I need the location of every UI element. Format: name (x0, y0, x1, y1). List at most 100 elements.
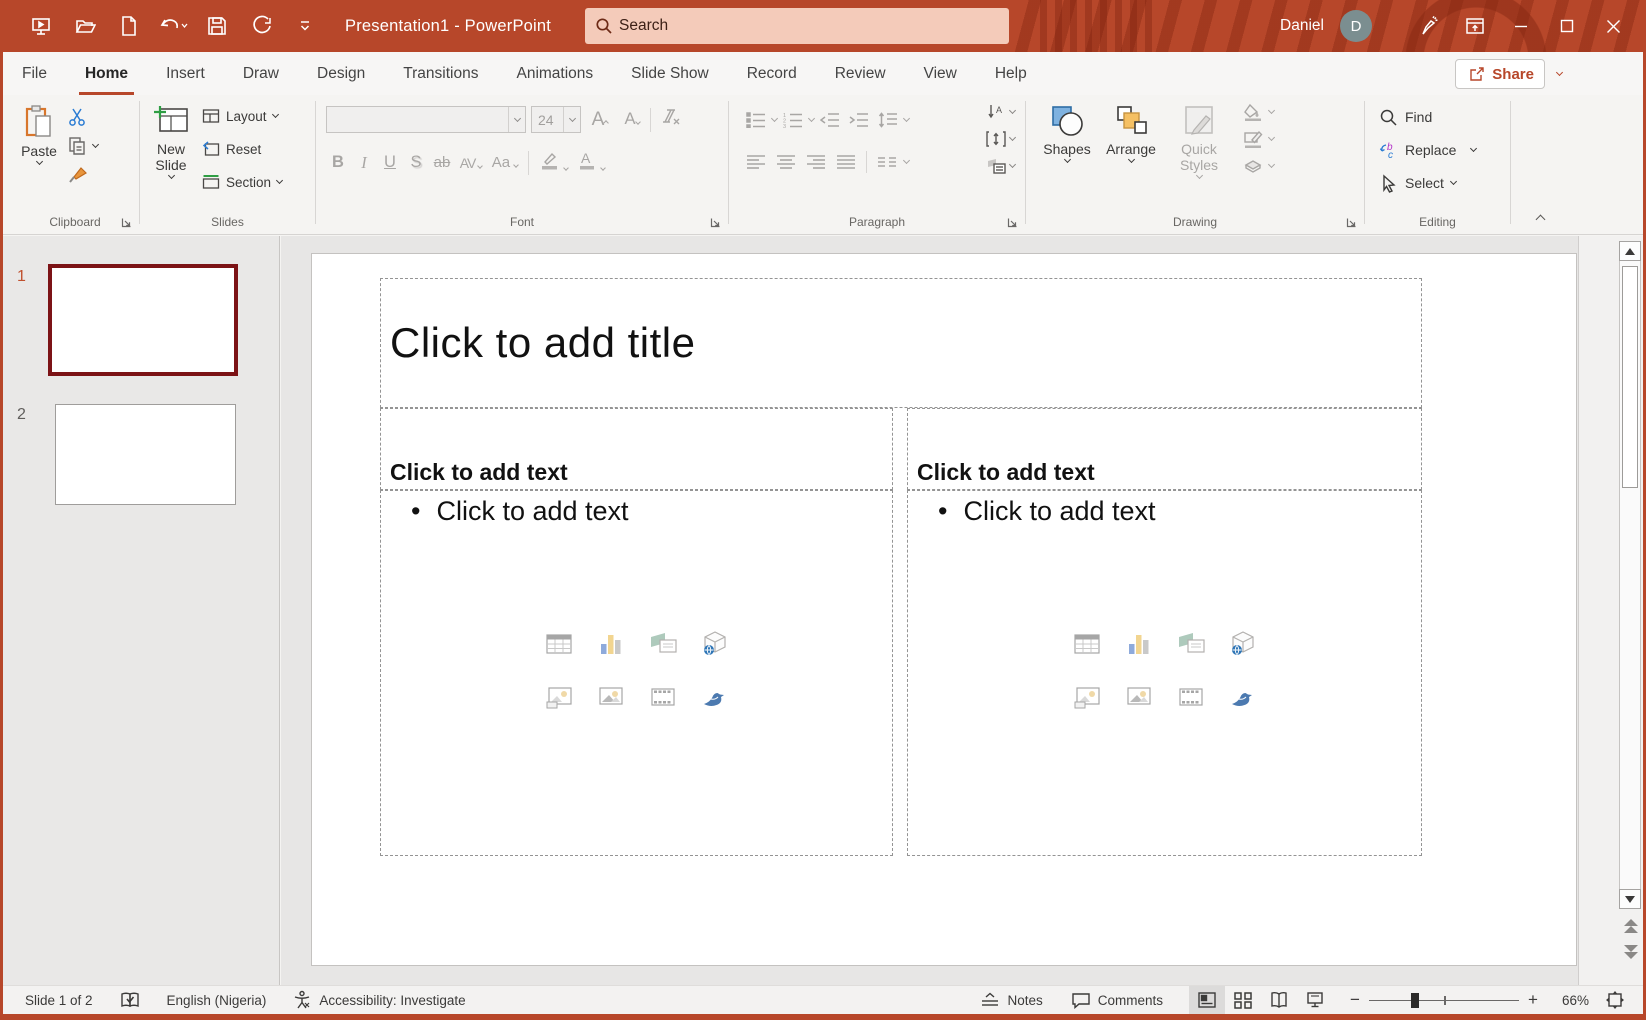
zoom-out-button[interactable]: − (1347, 990, 1363, 1010)
undo-icon[interactable] (156, 9, 190, 43)
columns-button[interactable] (874, 150, 900, 174)
increase-indent-button[interactable] (846, 108, 872, 132)
insert-table-icon[interactable] (1072, 629, 1102, 659)
open-file-icon[interactable] (68, 9, 102, 43)
customize-quick-access-icon[interactable] (288, 9, 322, 43)
comments-toggle[interactable]: Comments (1063, 986, 1171, 1015)
language-indicator[interactable]: English (Nigeria) (159, 986, 275, 1015)
find-button[interactable]: Find (1379, 103, 1510, 131)
italic-button[interactable]: I (352, 153, 376, 173)
insert-picture-icon[interactable] (544, 682, 574, 712)
strikethrough-button[interactable]: ab (430, 154, 454, 171)
scrollbar-thumb[interactable] (1622, 266, 1638, 488)
insert-3d-model-icon[interactable] (1228, 629, 1258, 659)
notes-toggle[interactable]: Notes (972, 986, 1050, 1015)
increase-font-size-button[interactable]: A (586, 109, 614, 131)
align-left-button[interactable] (743, 150, 769, 174)
insert-icons-bird-icon[interactable] (1228, 682, 1258, 712)
replace-button[interactable]: b c Replace (1379, 136, 1510, 164)
tab-slide-show[interactable]: Slide Show (612, 52, 728, 95)
decrease-font-size-button[interactable]: A (619, 110, 645, 129)
spell-check-icon[interactable] (111, 986, 149, 1015)
copy-button[interactable] (67, 136, 98, 156)
align-center-button[interactable] (773, 150, 799, 174)
quick-styles-chevron[interactable] (1195, 172, 1202, 179)
font-size-chevron[interactable] (563, 107, 580, 132)
start-slideshow-icon[interactable] (24, 9, 58, 43)
zoom-in-button[interactable]: + (1525, 990, 1541, 1010)
normal-view-button[interactable] (1189, 986, 1225, 1015)
slide-1-thumbnail[interactable] (48, 264, 238, 376)
drawing-dialog-launcher-icon[interactable] (1344, 215, 1358, 229)
shapes-button[interactable]: Shapes (1036, 95, 1098, 178)
font-dialog-launcher-icon[interactable] (708, 215, 722, 229)
close-button[interactable] (1590, 0, 1636, 52)
vertical-scrollbar[interactable] (1619, 241, 1641, 909)
right-content-placeholder[interactable]: •Click to add text (907, 490, 1422, 856)
insert-icons-bird-icon[interactable] (700, 682, 730, 712)
clear-formatting-button[interactable] (656, 107, 686, 132)
line-spacing-button[interactable] (875, 108, 901, 132)
paragraph-dialog-launcher-icon[interactable] (1005, 215, 1019, 229)
save-icon[interactable] (200, 9, 234, 43)
new-slide-button[interactable]: New Slide (140, 95, 202, 195)
insert-video-icon[interactable] (648, 682, 678, 712)
tab-help[interactable]: Help (976, 52, 1046, 95)
tab-home[interactable]: Home (66, 52, 147, 95)
insert-video-icon[interactable] (1176, 682, 1206, 712)
insert-smartart-icon[interactable] (1176, 629, 1206, 659)
reset-button[interactable]: Reset (202, 136, 282, 162)
insert-chart-icon[interactable] (596, 629, 626, 659)
arrange-button[interactable]: Arrange (1098, 95, 1164, 178)
new-slide-dropdown-chevron[interactable] (167, 172, 174, 179)
decrease-indent-button[interactable] (817, 108, 843, 132)
shape-fill-button[interactable] (1242, 103, 1274, 121)
stock-images-icon[interactable] (1124, 682, 1154, 712)
font-color-button[interactable]: A (573, 150, 609, 175)
avatar[interactable]: D (1340, 10, 1372, 42)
tab-file[interactable]: File (3, 52, 66, 95)
title-placeholder[interactable]: Click to add title (380, 278, 1422, 408)
ribbon-display-options-icon[interactable] (1452, 0, 1498, 52)
bullets-button[interactable] (743, 108, 769, 132)
layout-button[interactable]: Layout (202, 103, 282, 129)
line-spacing-chevron[interactable] (903, 115, 910, 122)
section-button[interactable]: Section (202, 169, 282, 195)
right-header-placeholder[interactable]: Click to add text (907, 408, 1422, 490)
zoom-slider[interactable] (1369, 986, 1519, 1015)
shape-effects-button[interactable] (1242, 157, 1274, 175)
previous-slide-button[interactable] (1622, 918, 1640, 941)
numbering-button[interactable]: 123 (780, 108, 806, 132)
justify-button[interactable] (833, 150, 859, 174)
scroll-up-button[interactable] (1619, 241, 1641, 261)
arrange-chevron[interactable] (1127, 156, 1134, 163)
zoom-slider-thumb[interactable] (1411, 993, 1419, 1008)
text-direction-button[interactable]: A (986, 103, 1015, 121)
share-dropdown-chevron[interactable] (1547, 59, 1571, 89)
paste-button[interactable]: Paste (11, 95, 67, 190)
insert-table-icon[interactable] (544, 629, 574, 659)
shape-outline-button[interactable] (1242, 130, 1274, 148)
left-content-placeholder[interactable]: •Click to add text (380, 490, 893, 856)
underline-button[interactable]: U (378, 153, 402, 172)
numbering-chevron[interactable] (808, 115, 815, 122)
bullets-chevron[interactable] (771, 115, 778, 122)
font-name-chevron[interactable] (508, 107, 525, 132)
paste-dropdown-chevron[interactable] (35, 158, 42, 165)
presenter-coach-icon[interactable] (1406, 0, 1452, 52)
select-button[interactable]: Select (1379, 169, 1510, 197)
highlight-color-button[interactable] (535, 150, 571, 175)
stock-images-icon[interactable] (596, 682, 626, 712)
collapse-ribbon-chevron[interactable] (1527, 208, 1553, 228)
shapes-chevron[interactable] (1063, 156, 1070, 163)
font-name-combobox[interactable] (326, 106, 526, 133)
tab-record[interactable]: Record (728, 52, 816, 95)
cut-button[interactable] (67, 107, 98, 127)
tab-transitions[interactable]: Transitions (384, 52, 497, 95)
tab-review[interactable]: Review (816, 52, 905, 95)
accessibility-status[interactable]: Accessibility: Investigate (284, 986, 473, 1015)
bold-button[interactable]: B (326, 153, 350, 172)
tab-animations[interactable]: Animations (497, 52, 612, 95)
insert-3d-model-icon[interactable] (700, 629, 730, 659)
align-text-button[interactable] (986, 130, 1015, 148)
